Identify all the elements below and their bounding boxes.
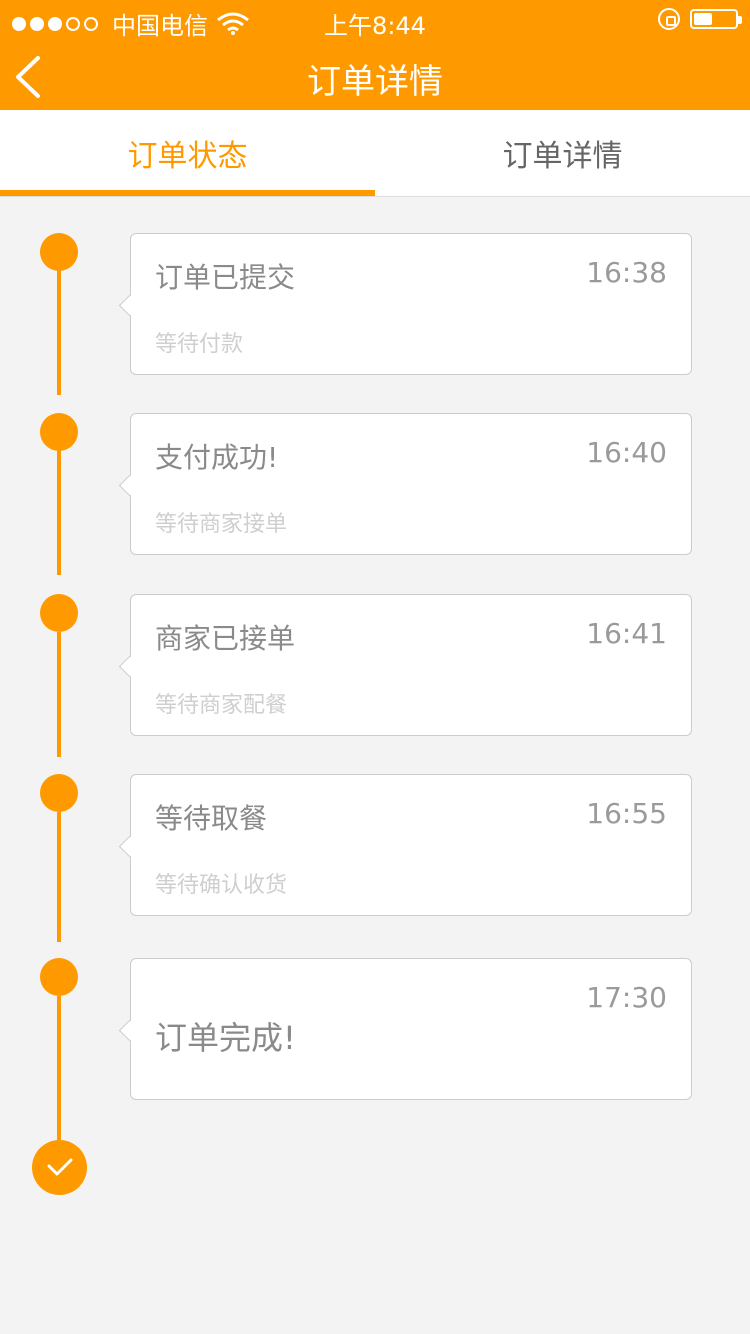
rotation-lock-icon (658, 8, 680, 30)
status-time: 16:40 (586, 436, 667, 469)
timeline-node (40, 233, 78, 271)
timeline-node (40, 413, 78, 451)
status-time: 16:55 (586, 797, 667, 830)
status-card: 商家已接单 16:41 等待商家配餐 (130, 594, 692, 736)
status-bar: 中国电信 上午8:44 (0, 0, 750, 40)
battery-icon (690, 9, 742, 29)
status-title: 订单完成! (155, 1019, 296, 1057)
status-time: 16:38 (586, 256, 667, 289)
status-title: 订单已提交 (155, 261, 296, 294)
status-time: 16:41 (586, 617, 667, 650)
status-card: 订单已提交 16:38 等待付款 (130, 233, 692, 375)
status-card: 订单完成! 17:30 (130, 958, 692, 1100)
status-right (658, 8, 742, 30)
page-title: 订单详情 (307, 62, 443, 102)
timeline-node (40, 774, 78, 812)
status-subtitle: 等待商家接单 (155, 512, 288, 537)
timeline-line (57, 632, 61, 757)
nav-bar: 订单详情 (0, 40, 750, 110)
timeline-line (57, 996, 61, 1146)
active-tab-indicator (0, 190, 375, 196)
status-time: 上午8:44 (324, 12, 426, 40)
tab-order-status[interactable]: 订单状态 (0, 110, 375, 196)
tab-order-details[interactable]: 订单详情 (375, 110, 750, 196)
status-subtitle: 等待确认收货 (155, 873, 288, 898)
timeline-line (57, 270, 61, 395)
status-title: 等待取餐 (155, 802, 268, 835)
timeline-node (40, 958, 78, 996)
timeline-node (40, 594, 78, 632)
status-title: 商家已接单 (155, 622, 296, 655)
status-title: 支付成功! (155, 441, 279, 474)
status-time: 17:30 (586, 981, 667, 1014)
status-subtitle: 等待商家配餐 (155, 693, 288, 718)
status-card: 等待取餐 16:55 等待确认收货 (130, 774, 692, 916)
tab-bar: 订单状态 订单详情 (0, 110, 750, 197)
timeline-line (57, 812, 61, 942)
status-card: 支付成功! 16:40 等待商家接单 (130, 413, 692, 555)
timeline-line (57, 450, 61, 575)
completed-check-icon (32, 1140, 87, 1195)
status-subtitle: 等待付款 (155, 332, 244, 357)
